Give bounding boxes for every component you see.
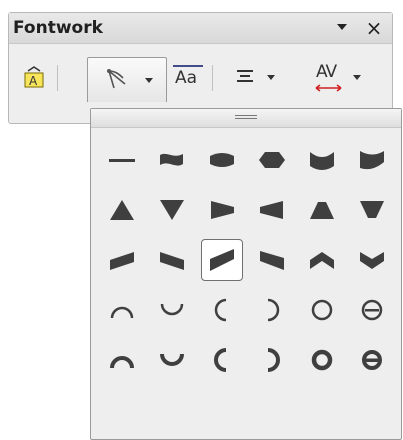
shape-plain-text-icon[interactable] — [101, 139, 143, 181]
shape-arch-left-pour-icon[interactable] — [201, 339, 243, 381]
shape-arch-up-curve-icon[interactable] — [101, 289, 143, 331]
shape-curve-down-icon[interactable] — [301, 139, 343, 181]
character-spacing-icon: AV — [313, 62, 345, 92]
fontwork-shape-icon — [107, 69, 126, 89]
letter-heights-icon: Aa — [173, 64, 203, 90]
fontwork-shape-button[interactable] — [87, 57, 167, 102]
toolbar-separator — [212, 65, 213, 91]
dropdown-arrow-icon[interactable] — [267, 74, 275, 80]
shape-slant-down-icon[interactable] — [151, 239, 193, 281]
grip-icon — [235, 115, 257, 121]
chevron-down-icon[interactable] — [335, 20, 349, 34]
character-spacing-label: AV — [316, 62, 337, 82]
shape-open-circle-curve-icon[interactable] — [351, 289, 393, 331]
shape-slant-up-icon[interactable] — [101, 239, 143, 281]
svg-text:A: A — [29, 74, 38, 88]
toolbar-buttons: A Aa AV — [9, 57, 392, 102]
shape-fade-left-icon[interactable] — [251, 189, 293, 231]
shape-arch-left-curve-icon[interactable] — [201, 289, 243, 331]
shape-chevron-down-icon[interactable] — [351, 239, 393, 281]
shape-arch-down-curve-icon[interactable] — [151, 289, 193, 331]
toolbar-title: Fontwork — [13, 18, 103, 38]
fontwork-shapes-panel — [90, 108, 402, 440]
close-icon[interactable]: × — [363, 17, 385, 39]
shape-circle-curve-icon[interactable] — [301, 289, 343, 331]
letter-heights-label: Aa — [175, 68, 198, 88]
shape-wave-icon[interactable] — [151, 139, 193, 181]
toolbar-titlebar[interactable]: Fontwork × — [9, 13, 392, 44]
align-center-icon — [237, 70, 253, 82]
fontwork-gallery-icon: A — [24, 66, 44, 88]
shape-arch-right-curve-icon[interactable] — [251, 289, 293, 331]
shape-open-circle-pour-icon[interactable] — [351, 339, 393, 381]
panel-drag-handle[interactable] — [91, 109, 401, 128]
toolbar-separator — [57, 65, 58, 91]
shape-fade-up-and-left-icon[interactable] — [251, 239, 293, 281]
shape-arch-down-pour-icon[interactable] — [151, 339, 193, 381]
shape-fade-up-and-right-icon[interactable] — [201, 239, 243, 281]
shape-fade-up-icon[interactable] — [301, 189, 343, 231]
shape-fade-right-icon[interactable] — [201, 189, 243, 231]
shape-arch-right-pour-icon[interactable] — [251, 339, 293, 381]
fontwork-gallery-button[interactable]: A — [19, 57, 49, 97]
shape-fade-down-icon[interactable] — [351, 189, 393, 231]
alignment-button[interactable] — [225, 57, 285, 97]
shape-chevron-up-icon[interactable] — [301, 239, 343, 281]
shape-stop-icon[interactable] — [251, 139, 293, 181]
shape-arch-up-pour-icon[interactable] — [101, 339, 143, 381]
shape-curve-up-icon[interactable] — [351, 139, 393, 181]
dropdown-arrow-icon[interactable] — [145, 77, 153, 83]
same-letter-heights-button[interactable]: Aa — [171, 57, 205, 97]
shape-triangle-up-icon[interactable] — [101, 189, 143, 231]
shape-triangle-down-icon[interactable] — [151, 189, 193, 231]
character-spacing-button[interactable]: AV — [297, 57, 377, 97]
dropdown-arrow-icon[interactable] — [353, 74, 361, 80]
shape-inflate-icon[interactable] — [201, 139, 243, 181]
shape-circle-pour-icon[interactable] — [301, 339, 343, 381]
